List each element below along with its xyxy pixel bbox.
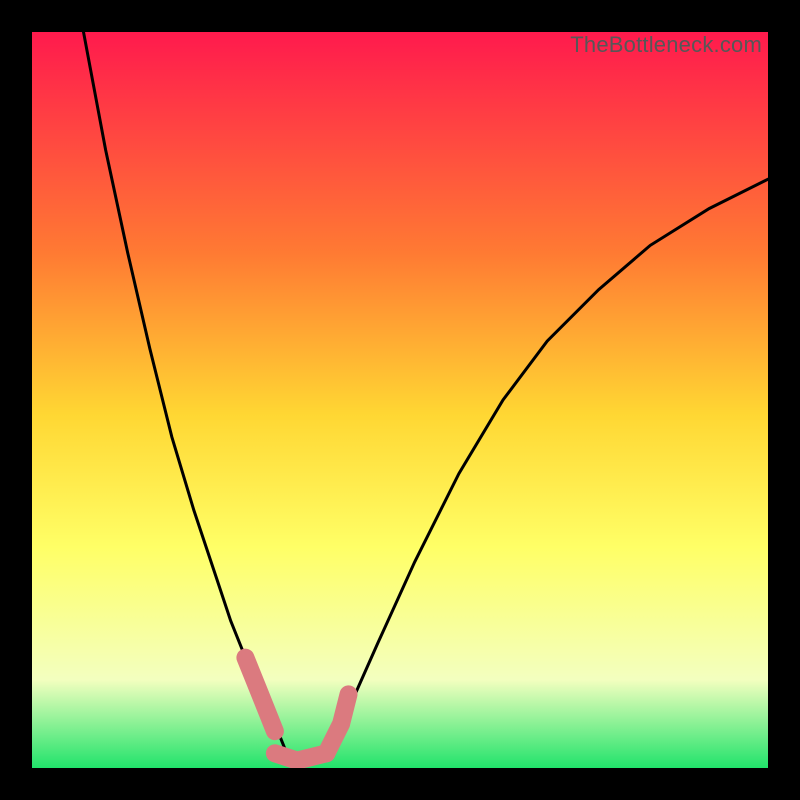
watermark-text: TheBottleneck.com xyxy=(570,32,762,58)
curve-right-branch xyxy=(326,179,768,760)
bottleneck-curves xyxy=(32,32,768,768)
plot-area: TheBottleneck.com xyxy=(32,32,768,768)
chart-frame: TheBottleneck.com xyxy=(0,0,800,800)
curve-left-branch xyxy=(84,32,290,761)
highlight-left xyxy=(245,658,275,732)
highlight-right xyxy=(326,694,348,753)
